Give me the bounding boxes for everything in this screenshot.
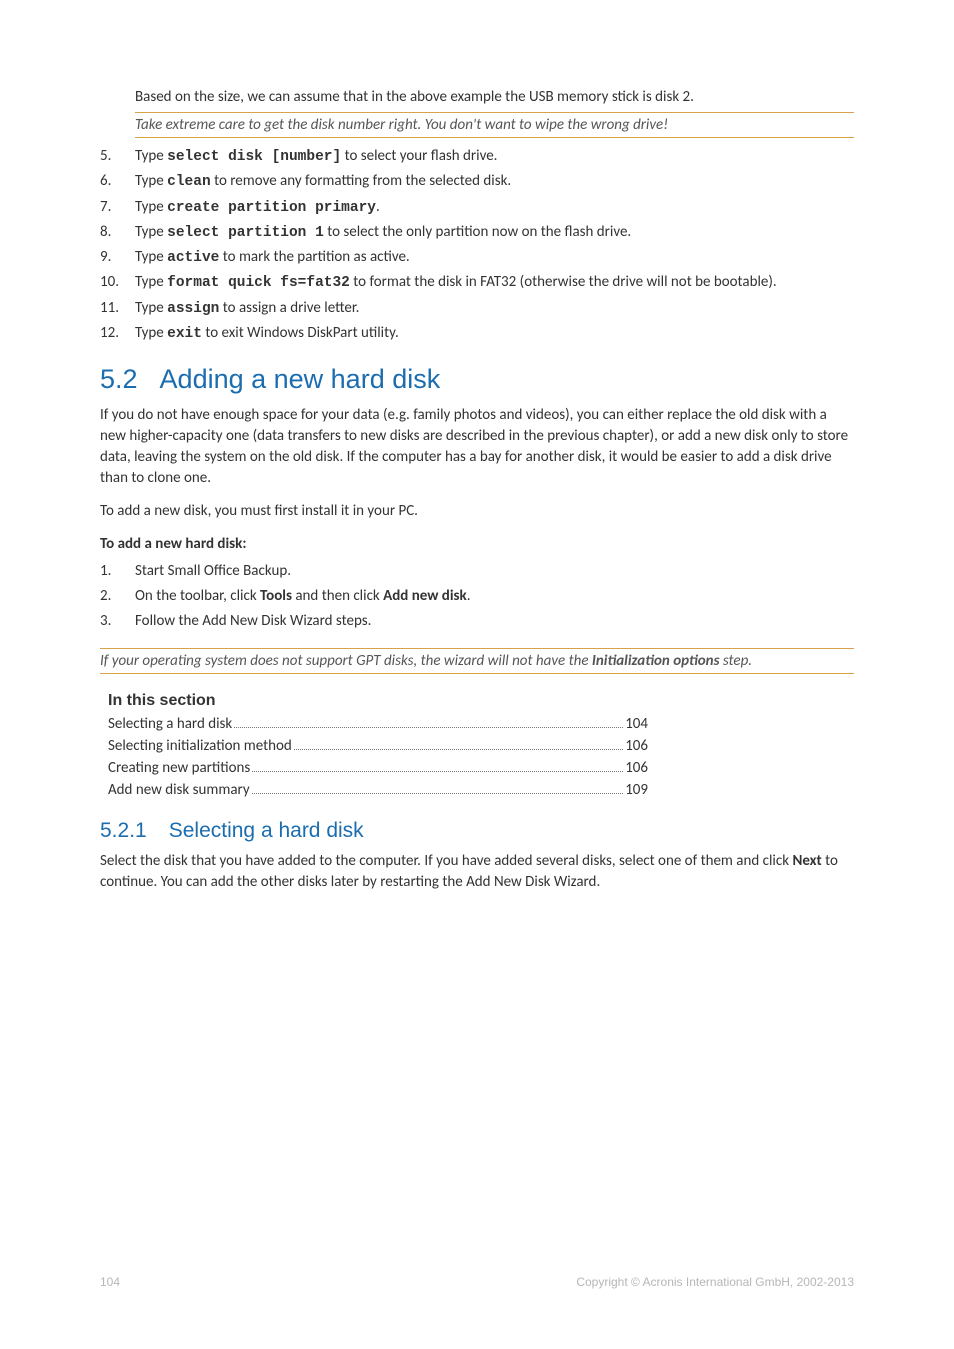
numbered-steps-diskpart: 5.Type select disk [number] to select yo… xyxy=(100,144,854,346)
toc-label: Selecting initialization method xyxy=(108,736,292,758)
toc-leader-dots xyxy=(252,758,623,772)
heading-5-2-1: 5.2.1 Selecting a hard disk xyxy=(100,819,854,843)
wizard-note-pre: If your operating system does not suppor… xyxy=(100,652,592,670)
toc-leader-dots xyxy=(252,780,624,794)
step-number: 12. xyxy=(100,323,135,344)
step-text: Type exit to exit Windows DiskPart utili… xyxy=(135,323,854,344)
toc-row[interactable]: Add new disk summary 109 xyxy=(108,780,648,802)
step-number: 6. xyxy=(100,171,135,192)
paragraph-install: To add a new disk, you must first instal… xyxy=(100,501,854,522)
command-text: select disk [number] xyxy=(167,149,341,165)
table-of-contents: Selecting a hard disk 104Selecting initi… xyxy=(108,714,648,801)
intro-line: Based on the size, we can assume that in… xyxy=(135,88,854,106)
numbered-steps-add-disk: 1.Start Small Office Backup.2.On the too… xyxy=(100,559,854,634)
page-content: Based on the size, we can assume that in… xyxy=(0,0,954,893)
toc-row[interactable]: Creating new partitions 106 xyxy=(108,758,648,780)
step-text: Type select disk [number] to select your… xyxy=(135,146,854,167)
wizard-note-strong: Initialization options xyxy=(592,652,720,670)
step-text: On the toolbar, click Tools and then cli… xyxy=(135,586,854,607)
wizard-note-post: step. xyxy=(719,652,752,670)
wizard-note: If your operating system does not suppor… xyxy=(100,648,854,674)
step-item: 11.Type assign to assign a drive letter. xyxy=(100,296,854,321)
step-text: Type active to mark the partition as act… xyxy=(135,247,854,268)
toc-label: Add new disk summary xyxy=(108,780,250,802)
command-text: format quick fs=fat32 xyxy=(167,275,350,291)
toc-leader-dots xyxy=(234,715,623,729)
toc-row[interactable]: Selecting a hard disk 104 xyxy=(108,714,648,736)
heading-number: 5.2 xyxy=(100,364,138,394)
step-item: 5.Type select disk [number] to select yo… xyxy=(100,144,854,169)
paragraph-intro: If you do not have enough space for your… xyxy=(100,405,854,489)
step-text: Type format quick fs=fat32 to format the… xyxy=(135,272,854,293)
toc-page-number: 104 xyxy=(625,714,648,736)
step-text: Type create partition primary. xyxy=(135,197,854,218)
command-text: clean xyxy=(167,174,211,190)
step-number: 9. xyxy=(100,247,135,268)
step-item: 9.Type active to mark the partition as a… xyxy=(100,245,854,270)
page-footer: 104 Copyright © Acronis International Gm… xyxy=(100,1275,854,1289)
step-item: 3.Follow the Add New Disk Wizard steps. xyxy=(100,609,854,634)
footer-copyright: Copyright © Acronis International GmbH, … xyxy=(576,1275,854,1289)
step-item: 10.Type format quick fs=fat32 to format … xyxy=(100,270,854,295)
step-item: 1.Start Small Office Backup. xyxy=(100,559,854,584)
command-text: active xyxy=(167,250,219,266)
step-text: Type select partition 1 to select the on… xyxy=(135,222,854,243)
heading-5-2: 5.2 Adding a new hard disk xyxy=(100,364,854,395)
step-number: 8. xyxy=(100,222,135,243)
step-number: 1. xyxy=(100,561,135,582)
step-number: 2. xyxy=(100,586,135,607)
command-text: create partition primary xyxy=(167,200,376,216)
toc-row[interactable]: Selecting initialization method 106 xyxy=(108,736,648,758)
in-this-section-title: In this section xyxy=(108,692,854,710)
step-number: 5. xyxy=(100,146,135,167)
para3-pre: Select the disk that you have added to t… xyxy=(100,852,792,870)
step-item: 8.Type select partition 1 to select the … xyxy=(100,220,854,245)
heading-number: 5.2.1 xyxy=(100,819,147,842)
step-item: 6.Type clean to remove any formatting fr… xyxy=(100,169,854,194)
step-number: 10. xyxy=(100,272,135,293)
step-number: 3. xyxy=(100,611,135,632)
toc-leader-dots xyxy=(294,737,623,751)
toc-label: Selecting a hard disk xyxy=(108,714,232,736)
step-text: Type clean to remove any formatting from… xyxy=(135,171,854,192)
toc-page-number: 106 xyxy=(625,758,648,780)
toc-label: Creating new partitions xyxy=(108,758,250,780)
command-text: assign xyxy=(167,301,219,317)
toc-page-number: 106 xyxy=(625,736,648,758)
footer-page-number: 104 xyxy=(100,1275,120,1289)
step-text: Follow the Add New Disk Wizard steps. xyxy=(135,611,854,632)
heading-text: Adding a new hard disk xyxy=(160,364,441,394)
step-item: 2.On the toolbar, click Tools and then c… xyxy=(100,584,854,609)
heading-text: Selecting a hard disk xyxy=(169,819,364,842)
step-item: 12.Type exit to exit Windows DiskPart ut… xyxy=(100,321,854,346)
para3-bold: Next xyxy=(792,852,821,870)
warning-note: Take extreme care to get the disk number… xyxy=(135,112,854,138)
step-text: Start Small Office Backup. xyxy=(135,561,854,582)
command-text: select partition 1 xyxy=(167,225,324,241)
subhead-add-disk: To add a new hard disk: xyxy=(100,534,854,555)
command-text: exit xyxy=(167,326,202,342)
step-item: 7.Type create partition primary. xyxy=(100,195,854,220)
paragraph-select-disk: Select the disk that you have added to t… xyxy=(100,851,854,893)
step-number: 7. xyxy=(100,197,135,218)
toc-page-number: 109 xyxy=(625,780,648,802)
step-text: Type assign to assign a drive letter. xyxy=(135,298,854,319)
step-number: 11. xyxy=(100,298,135,319)
